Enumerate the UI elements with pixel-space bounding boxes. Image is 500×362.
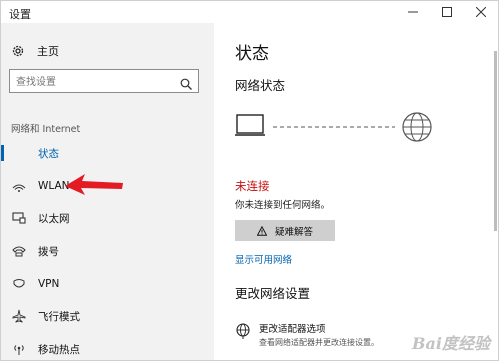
- watermark: Bai度经验: [412, 334, 490, 353]
- nav-item-label: 飞行模式: [38, 310, 80, 323]
- globe-icon: [402, 112, 432, 142]
- window-title: 设置: [9, 8, 31, 21]
- connection-status-detail: 你未连接到任何网络。: [235, 200, 331, 211]
- scrollbar[interactable]: [494, 51, 497, 231]
- content-pane: 状态 网络状态 未连接 你未连接到任何网络。 疑难解答 显示可用网络 更改网络设…: [214, 23, 498, 360]
- network-diagram: [235, 112, 432, 142]
- warning-icon: [256, 225, 267, 236]
- home-nav-item[interactable]: 主页: [11, 43, 59, 59]
- nav-item-mobile-hotspot[interactable]: 移动热点: [1, 336, 214, 360]
- title-bar: 设置: [1, 1, 498, 23]
- dialup-icon: [12, 244, 26, 258]
- settings-window: 设置 主页 网络和 Internet: [0, 0, 499, 361]
- page-title: 状态: [235, 44, 269, 64]
- change-network-settings-heading: 更改网络设置: [235, 286, 311, 301]
- search-input[interactable]: [10, 72, 176, 93]
- troubleshoot-button[interactable]: 疑难解答: [235, 220, 335, 241]
- nav-item-label: 拨号: [38, 245, 59, 258]
- home-label: 主页: [37, 45, 59, 58]
- search-field[interactable]: [9, 69, 199, 93]
- maximize-button[interactable]: [430, 1, 464, 23]
- close-button[interactable]: [464, 1, 498, 23]
- nav-item-dialup[interactable]: 拨号: [1, 238, 214, 264]
- vpn-icon: [12, 277, 26, 291]
- nav-item-airplane-mode[interactable]: 飞行模式: [1, 303, 214, 329]
- airplane-icon: [12, 309, 26, 323]
- nav-item-status[interactable]: 状态: [1, 140, 214, 166]
- change-adapter-options[interactable]: 更改适配器选项 查看网络适配器并更改连接设置。: [235, 321, 379, 348]
- adapter-options-description: 查看网络适配器并更改连接设置。: [259, 338, 379, 347]
- ethernet-icon: [12, 211, 26, 225]
- window-controls: [396, 1, 498, 23]
- gear-icon: [11, 44, 25, 58]
- nav-item-ethernet[interactable]: 以太网: [1, 205, 214, 231]
- adapter-options-title: 更改适配器选项: [259, 324, 326, 335]
- laptop-icon: [235, 114, 265, 136]
- search-icon[interactable]: [180, 75, 192, 94]
- troubleshoot-label: 疑难解答: [274, 226, 313, 238]
- globe-network-icon: [235, 323, 251, 339]
- nav-item-label: 以太网: [38, 212, 70, 225]
- connection-status: 未连接: [235, 179, 270, 193]
- nav-item-label: 移动热点: [38, 343, 80, 356]
- nav-item-label: 状态: [38, 147, 59, 160]
- nav-item-vpn[interactable]: VPN: [1, 271, 214, 297]
- active-indicator: [1, 145, 4, 161]
- annotation-arrow: [65, 174, 123, 195]
- status-icon: [12, 146, 26, 160]
- hotspot-icon: [12, 342, 26, 356]
- wifi-icon: [12, 179, 26, 193]
- show-available-networks-link[interactable]: 显示可用网络: [235, 252, 292, 266]
- minimize-button[interactable]: [396, 1, 430, 23]
- network-status-heading: 网络状态: [235, 78, 286, 93]
- nav-item-label: VPN: [38, 278, 60, 290]
- section-label: 网络和 Internet: [11, 124, 81, 135]
